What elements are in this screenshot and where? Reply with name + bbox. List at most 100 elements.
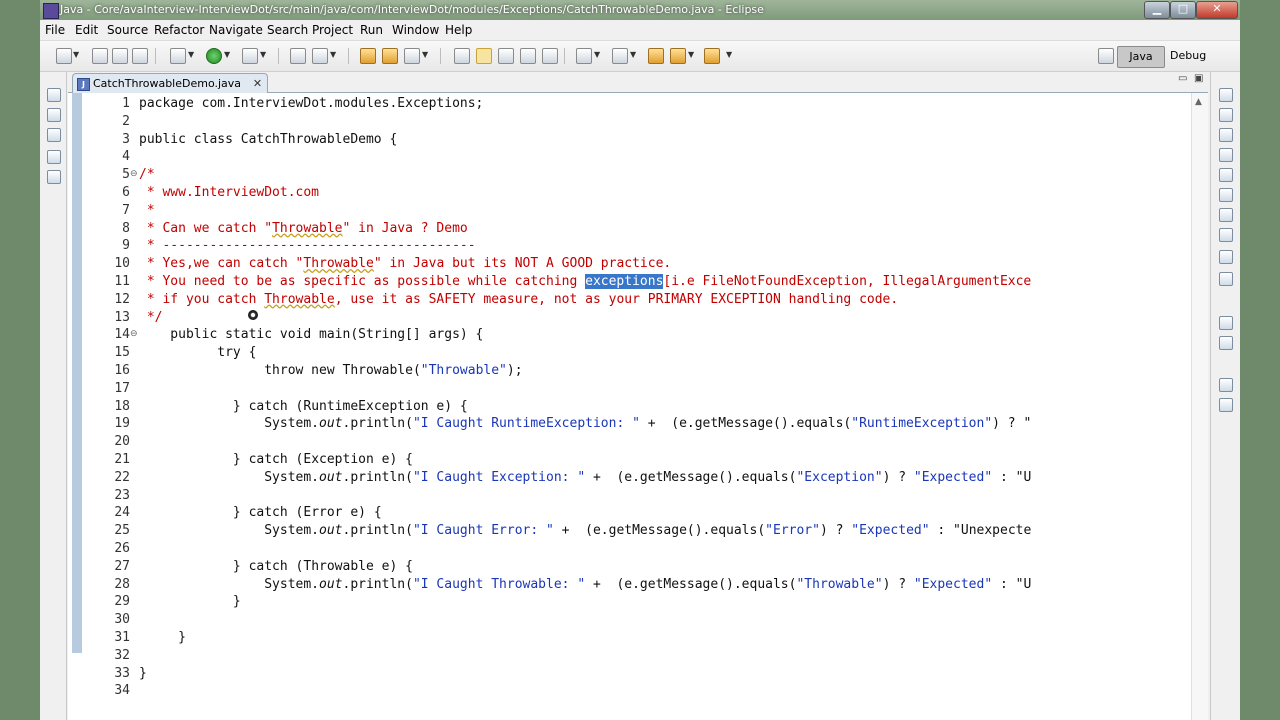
code-line[interactable]: 31 } bbox=[68, 629, 1192, 647]
code-text[interactable]: * You need to be as specific as possible… bbox=[139, 273, 1031, 291]
code-text[interactable]: } catch (Error e) { bbox=[139, 504, 382, 522]
maximize-view-icon[interactable]: ▣ bbox=[1194, 73, 1203, 84]
problems-icon[interactable] bbox=[1219, 108, 1233, 122]
code-line[interactable]: 15 try { bbox=[68, 344, 1192, 362]
code-line[interactable]: 7 * bbox=[68, 202, 1192, 220]
code-line[interactable]: 20 bbox=[68, 433, 1192, 451]
scroll-up-arrow-icon[interactable]: ▲ bbox=[1195, 97, 1202, 107]
search-dropdown-arrow-icon[interactable]: ▼ bbox=[422, 50, 428, 59]
external-tools-icon[interactable] bbox=[242, 48, 258, 64]
back-arrow-icon[interactable] bbox=[670, 48, 686, 64]
print-icon[interactable] bbox=[132, 48, 148, 64]
minimize-view-icon[interactable]: ▭ bbox=[1178, 73, 1187, 84]
code-text[interactable]: } bbox=[139, 593, 241, 611]
save-icon[interactable] bbox=[92, 48, 108, 64]
next-annotation-dropdown-arrow-icon[interactable]: ▼ bbox=[594, 50, 600, 59]
close-tab-icon[interactable]: ✕ bbox=[253, 74, 262, 93]
declaration-icon[interactable] bbox=[1219, 148, 1233, 162]
hierarchy-view-icon[interactable] bbox=[1219, 398, 1233, 412]
tasks-icon[interactable] bbox=[1219, 250, 1233, 264]
toggle-block-selection-icon[interactable] bbox=[498, 48, 514, 64]
open-perspective-icon[interactable] bbox=[1098, 48, 1114, 64]
next-annotation-icon[interactable] bbox=[576, 48, 592, 64]
code-text[interactable]: * Yes,we can catch "Throwable" in Java b… bbox=[139, 255, 671, 273]
code-line[interactable]: 14 ⊖ public static void main(String[] arg… bbox=[68, 326, 1192, 344]
console-icon[interactable] bbox=[1219, 188, 1233, 202]
fold-toggle-icon[interactable]: ⊖ bbox=[130, 166, 138, 184]
outline-icon[interactable] bbox=[1219, 272, 1233, 286]
code-line[interactable]: 27 } catch (Throwable e) { bbox=[68, 558, 1192, 576]
menu-search[interactable]: Search bbox=[267, 23, 308, 37]
code-text[interactable]: */ bbox=[139, 309, 163, 327]
run-dropdown-arrow-icon[interactable]: ▼ bbox=[224, 50, 230, 59]
package-explorer-icon[interactable] bbox=[47, 108, 61, 122]
last-edit-location-icon[interactable] bbox=[648, 48, 664, 64]
search-icon[interactable] bbox=[404, 48, 420, 64]
new-java-package-icon[interactable] bbox=[290, 48, 306, 64]
menu-help[interactable]: Help bbox=[445, 23, 472, 37]
debug-dropdown-arrow-icon[interactable]: ▼ bbox=[188, 50, 194, 59]
menu-project[interactable]: Project bbox=[312, 23, 353, 37]
menu-run[interactable]: Run bbox=[360, 23, 383, 37]
code-text[interactable]: } bbox=[139, 629, 186, 647]
code-line[interactable]: 4 bbox=[68, 148, 1192, 166]
hierarchy-icon[interactable] bbox=[47, 150, 61, 164]
menu-file[interactable]: File bbox=[45, 23, 65, 37]
code-line[interactable]: 5 ⊖/* bbox=[68, 166, 1192, 184]
code-text[interactable]: } catch (Exception e) { bbox=[139, 451, 413, 469]
debug-perspective-button[interactable]: Debug bbox=[1170, 46, 1236, 66]
code-text[interactable]: throw new Throwable("Throwable"); bbox=[139, 362, 522, 380]
vertical-scrollbar[interactable]: ▲ bbox=[1191, 93, 1208, 720]
code-line[interactable]: 12 * if you catch Throwable, use it as S… bbox=[68, 291, 1192, 309]
gear-icon[interactable] bbox=[1219, 228, 1233, 242]
show-whitespace-icon[interactable] bbox=[520, 48, 536, 64]
code-text[interactable]: try { bbox=[139, 344, 256, 362]
tab-catchthrowabledemo[interactable]: J CatchThrowableDemo.java ✕ bbox=[72, 73, 269, 93]
toggle-mark-occurrences-icon[interactable] bbox=[476, 48, 492, 64]
previous-annotation-icon[interactable] bbox=[612, 48, 628, 64]
java-code-editor[interactable]: 1 package com.InterviewDot.modules.Except… bbox=[68, 93, 1208, 720]
toggle-ant-editor-icon[interactable] bbox=[454, 48, 470, 64]
code-text[interactable]: System.out.println("I Caught RuntimeExce… bbox=[139, 415, 1031, 433]
code-text[interactable]: public static void main(String[] args) { bbox=[139, 326, 483, 344]
code-line[interactable]: 23 bbox=[68, 487, 1192, 505]
restore-icon[interactable] bbox=[1219, 316, 1233, 330]
title-bar[interactable]: Java - Core/avaInterview-InterviewDot/sr… bbox=[40, 0, 1240, 20]
code-text[interactable]: System.out.println("I Caught Exception: … bbox=[139, 469, 1031, 487]
maximize-button[interactable]: □ bbox=[1170, 1, 1196, 19]
code-line[interactable]: 16 throw new Throwable("Throwable"); bbox=[68, 362, 1192, 380]
code-text[interactable]: * Can we catch "Throwable" in Java ? Dem… bbox=[139, 220, 468, 238]
forward-arrow-icon[interactable] bbox=[704, 48, 720, 64]
restore-icon[interactable] bbox=[1219, 88, 1233, 102]
code-line[interactable]: 29 } bbox=[68, 593, 1192, 611]
search-view-icon[interactable] bbox=[1219, 168, 1233, 182]
run-icon[interactable] bbox=[206, 48, 222, 64]
code-line[interactable]: 10 * Yes,we can catch "Throwable" in Jav… bbox=[68, 255, 1192, 273]
code-line[interactable]: 17 bbox=[68, 380, 1192, 398]
code-text[interactable]: * bbox=[139, 202, 155, 220]
progress-icon[interactable] bbox=[1219, 208, 1233, 222]
code-text[interactable]: package com.InterviewDot.modules.Excepti… bbox=[139, 95, 483, 113]
code-text[interactable]: * www.InterviewDot.com bbox=[139, 184, 319, 202]
restore-icon[interactable] bbox=[47, 88, 61, 102]
new-java-class-icon[interactable] bbox=[312, 48, 328, 64]
code-line[interactable]: 26 bbox=[68, 540, 1192, 558]
code-line[interactable]: 19 System.out.println("I Caught RuntimeE… bbox=[68, 415, 1192, 433]
new-dropdown-arrow-icon[interactable]: ▼ bbox=[73, 50, 79, 59]
code-line[interactable]: 6 * www.InterviewDot.com bbox=[68, 184, 1192, 202]
save-all-icon[interactable] bbox=[112, 48, 128, 64]
back-dropdown-arrow-icon[interactable]: ▼ bbox=[688, 50, 694, 59]
code-line[interactable]: 24 } catch (Error e) { bbox=[68, 504, 1192, 522]
code-line[interactable]: 22 System.out.println("I Caught Exceptio… bbox=[68, 469, 1192, 487]
code-text[interactable]: /* bbox=[139, 166, 155, 184]
code-text[interactable]: public class CatchThrowableDemo { bbox=[139, 131, 397, 149]
code-line[interactable]: 1 package com.InterviewDot.modules.Except… bbox=[68, 95, 1192, 113]
code-line[interactable]: 33} bbox=[68, 665, 1192, 683]
code-line[interactable]: 21 } catch (Exception e) { bbox=[68, 451, 1192, 469]
code-line[interactable]: 9 * ------------------------------------… bbox=[68, 237, 1192, 255]
code-line[interactable]: 13 */ bbox=[68, 309, 1192, 327]
new-icon[interactable] bbox=[56, 48, 72, 64]
navigator-icon[interactable] bbox=[47, 128, 61, 142]
open-type-icon[interactable] bbox=[360, 48, 376, 64]
junit-icon[interactable] bbox=[47, 170, 61, 184]
